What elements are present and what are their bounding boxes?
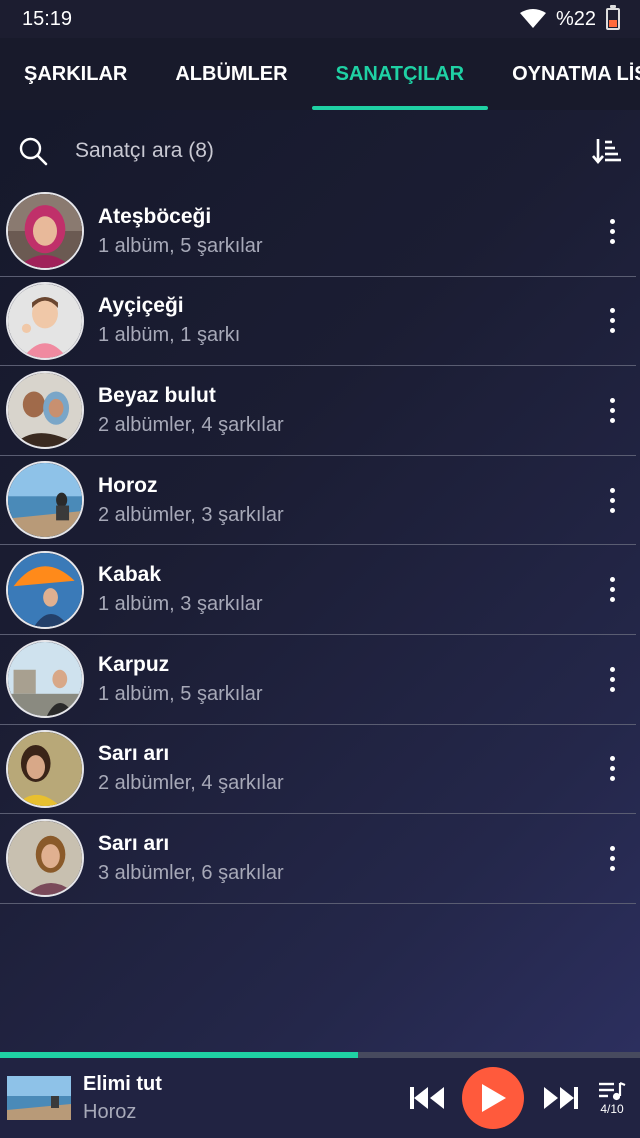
artist-name: Beyaz bulut <box>98 383 216 407</box>
status-time: 15:19 <box>22 7 73 30</box>
artist-row[interactable]: Kabak 1 albüm, 3 şarkılar <box>0 545 636 635</box>
artist-name: Sarı arı <box>98 831 170 855</box>
status-bar: 15:19 %22 <box>0 0 640 38</box>
tab-playlists[interactable]: OYNATMA LİSTELERİ <box>512 38 640 110</box>
mini-player[interactable]: Elimi tut Horoz 4/10 <box>0 1058 640 1138</box>
artist-info: 1 albüm, 5 şarkılar <box>98 682 263 705</box>
artist-avatar <box>6 192 84 271</box>
sort-icon[interactable] <box>592 136 622 166</box>
artist-info: 2 albümler, 3 şarkılar <box>98 503 284 526</box>
artist-name: Sarı arı <box>98 742 170 766</box>
more-options-icon[interactable] <box>600 838 624 878</box>
tab-artists[interactable]: SANATÇILAR <box>311 38 488 110</box>
search-row: Sanatçı ara (8) <box>0 110 640 192</box>
queue-icon <box>599 1081 626 1100</box>
now-playing-thumbnail <box>7 1076 71 1120</box>
artist-avatar <box>6 371 84 450</box>
artist-avatar <box>6 461 84 540</box>
artist-row[interactable]: Karpuz 1 albüm, 5 şarkılar <box>0 635 636 725</box>
artist-row[interactable]: Sarı arı 2 albümler, 4 şarkılar <box>0 725 636 815</box>
more-options-icon[interactable] <box>600 301 624 341</box>
artist-info: 1 albüm, 5 şarkılar <box>98 234 263 257</box>
artist-avatar <box>6 281 84 360</box>
queue-position: 4/10 <box>600 1101 624 1116</box>
search-input[interactable]: Sanatçı ara (8) <box>75 139 592 163</box>
artist-name: Ateşböceği <box>98 204 212 228</box>
status-icons: %22 <box>519 5 620 31</box>
wifi-icon <box>519 9 546 28</box>
play-icon <box>482 1084 506 1112</box>
artist-info: 1 albüm, 3 şarkılar <box>98 593 263 616</box>
artist-avatar <box>6 550 84 629</box>
play-button[interactable] <box>462 1067 524 1129</box>
queue-button[interactable]: 4/10 <box>596 1081 628 1116</box>
artist-row[interactable]: Ateşböceği 1 albüm, 5 şarkılar <box>0 187 636 277</box>
artist-name: Ayçiçeği <box>98 294 184 318</box>
artist-info: 2 albümler, 4 şarkılar <box>98 772 284 795</box>
artist-row[interactable]: Sarı arı 3 albümler, 6 şarkılar <box>0 814 636 904</box>
artist-name: Karpuz <box>98 652 170 676</box>
tab-albums[interactable]: ALBÜMLER <box>175 38 287 110</box>
artist-info: 3 albümler, 6 şarkılar <box>98 861 284 884</box>
battery-icon <box>606 5 620 30</box>
more-options-icon[interactable] <box>600 659 624 699</box>
more-options-icon[interactable] <box>600 390 624 430</box>
tab-bar: ŞARKILAR ALBÜMLER SANATÇILAR OYNATMA LİS… <box>0 38 640 110</box>
artist-row[interactable]: Ayçiçeği 1 albüm, 1 şarkı <box>0 277 636 367</box>
artist-name: Horoz <box>98 473 158 497</box>
tab-songs[interactable]: ŞARKILAR <box>24 38 127 110</box>
more-options-icon[interactable] <box>600 749 624 789</box>
artist-info: 2 albümler, 4 şarkılar <box>98 413 284 436</box>
artist-info: 1 albüm, 1 şarkı <box>98 324 241 347</box>
artist-row[interactable]: Beyaz bulut 2 albümler, 4 şarkılar <box>0 366 636 456</box>
now-playing-title: Elimi tut <box>83 1073 162 1095</box>
now-playing-artist: Horoz <box>83 1101 137 1123</box>
artist-avatar <box>6 729 84 808</box>
more-options-icon[interactable] <box>600 480 624 520</box>
artist-name: Kabak <box>98 563 162 587</box>
previous-icon[interactable] <box>408 1083 448 1113</box>
artist-avatar <box>6 819 84 898</box>
battery-percent: %22 <box>555 7 596 30</box>
artist-list: Ateşböceği 1 albüm, 5 şarkılar Ayçiçeği … <box>0 187 640 904</box>
more-options-icon[interactable] <box>600 570 624 610</box>
search-icon[interactable] <box>18 136 48 166</box>
more-options-icon[interactable] <box>600 211 624 251</box>
artist-avatar <box>6 640 84 719</box>
next-icon[interactable] <box>540 1083 580 1113</box>
artist-row[interactable]: Horoz 2 albümler, 3 şarkılar <box>0 456 636 546</box>
